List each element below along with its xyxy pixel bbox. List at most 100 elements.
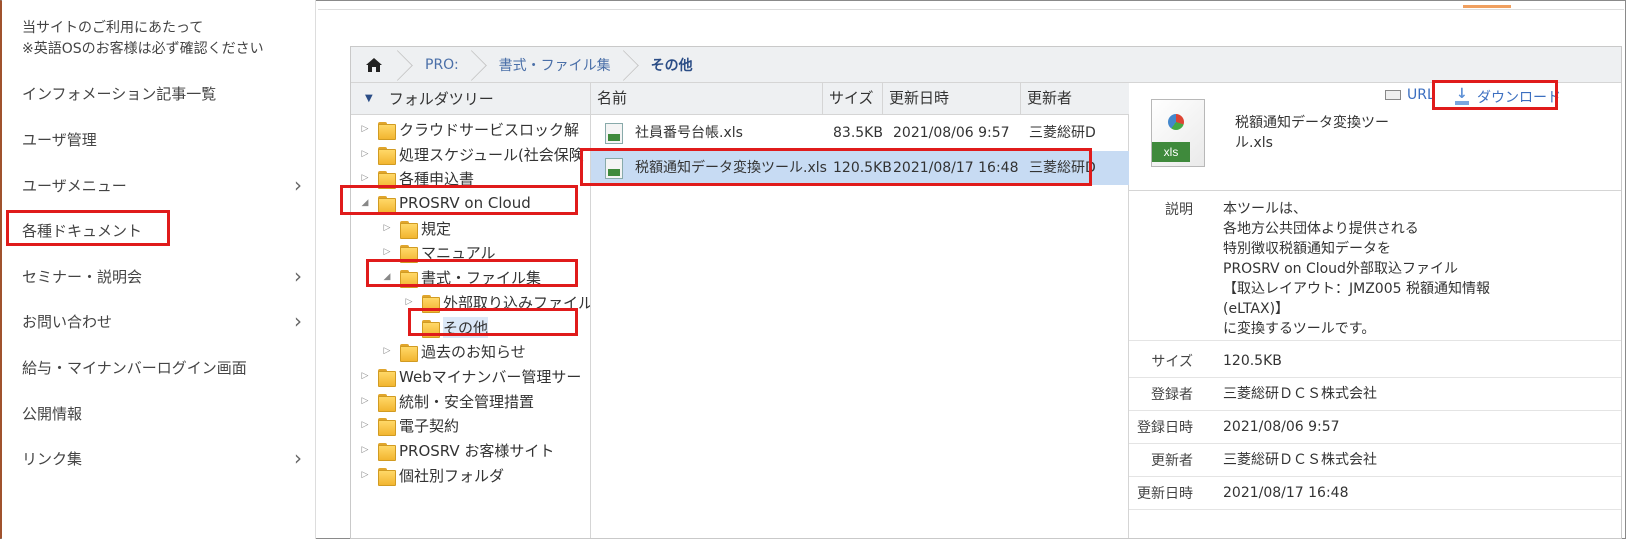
tree-node-label: 処理スケジュール(社会保険 [399,145,584,164]
menu-item-information[interactable]: インフォメーション記事一覧 [2,70,316,116]
expand-icon[interactable]: ▷ [359,149,371,159]
detail-value: 本ツールは、 各地方公共団体より提供される 特別徴収税額通知データを PROSR… [1223,201,1490,337]
tree-node[interactable]: ▷ クラウドサービスロック解 [359,117,579,141]
breadcrumb-item[interactable]: PRO: [403,47,477,83]
detail-value: 三菱総研ＤＣＳ株式会社 [1223,386,1377,402]
tree-node-label: 個社別フォルダ [399,466,505,485]
expand-icon[interactable]: ▷ [359,396,371,406]
folder-icon [378,145,396,165]
folder-tree: ▼ フォルダツリー ▷ クラウドサービスロック解 ▷ 処理スケジュール(社会保険 ▷ 各… [351,83,591,538]
folder-icon [400,268,418,288]
menu-item-user-management[interactable]: ユーザ管理 [2,116,316,162]
usage-notice-link[interactable]: 当サイトのご利用にあたって ※英語OSのお客様は必ず確認ください [22,18,264,60]
menu-label: 各種ドキュメント [22,221,143,240]
tree-node-label: マニュアル [421,243,496,262]
tree-node[interactable]: ▷ 処理スケジュール(社会保険 [359,142,584,166]
breadcrumb-home[interactable] [351,47,403,83]
expand-icon[interactable]: ▷ [403,297,415,307]
folder-icon [378,169,396,189]
breadcrumb: PRO: 書式・ファイル集 その他 [351,47,1621,83]
file-size: 120.5KB [833,160,891,176]
tree-node[interactable]: ▷ マニュアル [381,240,496,264]
tree-node[interactable]: ▷ 各種申込書 [359,166,474,190]
url-button[interactable]: URL [1385,87,1435,103]
menu-item-public-info[interactable]: 公開情報 [2,390,316,436]
tree-node-label: クラウドサービスロック解 [399,120,580,139]
menu-label: お問い合わせ [22,312,113,331]
expand-icon[interactable]: ▷ [359,124,371,134]
expand-icon[interactable]: ▷ [381,346,393,356]
xls-badge: xls [1152,142,1190,162]
folder-tree-header[interactable]: ▼ フォルダツリー [351,83,590,115]
folder-open-icon [422,318,440,338]
menu-label: ユーザメニュー [22,176,127,195]
tree-node-label: その他 [443,316,489,338]
expand-icon[interactable]: ▷ [359,470,371,480]
chevron-right-icon: › [294,446,302,470]
menu-item-payroll-login[interactable]: 給与・マイナンバーログイン画面 [2,344,316,390]
chevron-right-icon: › [294,173,302,197]
menu-item-documents[interactable]: 各種ドキュメント [2,207,316,253]
detail-value: 120.5KB [1223,353,1282,369]
folder-icon [378,392,396,412]
expand-icon[interactable]: ▷ [359,445,371,455]
file-row-selected[interactable]: 税額通知データ変換ツール.xls 120.5KB 2021/08/17 16:4… [591,151,1129,185]
file-details: xls 税額通知データ変換ツール.xls URL ダウンロード 説明 本ツールは… [1129,83,1621,538]
column-name[interactable]: 名前 [591,83,823,115]
collapse-icon[interactable]: ◢ [381,272,393,282]
expand-icon[interactable]: ▷ [381,247,393,257]
notice-line-1: 当サイトのご利用にあたって [22,20,204,36]
tree-node[interactable]: ▷ 電子契約 [359,413,459,437]
menu-label: 公開情報 [22,404,83,423]
file-updated: 2021/08/06 9:57 [893,125,1010,141]
breadcrumb-item[interactable]: 書式・ファイル集 [477,47,629,83]
menu-item-links[interactable]: リンク集 › [2,435,316,481]
xls-file-large-icon: xls [1151,99,1205,167]
download-label: ダウンロード [1477,90,1561,106]
menu-label: リンク集 [22,449,83,468]
folder-icon [422,293,440,313]
expand-icon[interactable]: ▷ [359,420,371,430]
folder-icon [378,194,396,214]
tree-node[interactable]: ▷ 過去のお知らせ [381,339,526,363]
expand-icon[interactable]: ▷ [381,223,393,233]
file-row[interactable]: 社員番号台帳.xls 83.5KB 2021/08/06 9:57 三菱総研D [591,116,1129,150]
column-updated[interactable]: 更新日時 [883,83,1021,115]
menu-item-user-menu[interactable]: ユーザメニュー › [2,162,316,208]
chevron-right-icon: › [294,309,302,333]
detail-row-updated-date: 更新日時 2021/08/17 16:48 [1129,477,1621,510]
tree-node[interactable]: ▷ Webマイナンバー管理サー [359,364,581,388]
tree-node-label: PROSRV お客様サイト [399,441,555,460]
url-label: URL [1407,87,1435,103]
tree-node[interactable]: ▷ 規定 [381,216,451,240]
tree-node-forms[interactable]: ◢ 書式・ファイル集 [381,265,541,289]
detail-key: サイズ [1151,354,1193,370]
tree-node-label: 統制・安全管理措置 [399,392,535,411]
column-size[interactable]: サイズ [823,83,883,115]
file-size: 83.5KB [833,125,883,141]
tree-node[interactable]: ▷ PROSRV お客様サイト [359,438,554,462]
detail-row-updater: 更新者 三菱総研ＤＣＳ株式会社 [1129,444,1621,477]
folder-icon [378,367,396,387]
menu-item-contact[interactable]: お問い合わせ › [2,298,316,344]
menu-label: ユーザ管理 [22,130,97,149]
tree-node-prosrv-on-cloud[interactable]: ◢ PROSRV on Cloud [359,191,531,215]
file-list-header: 名前 サイズ 更新日時 更新者 [591,83,1129,115]
expand-icon[interactable]: ▷ [359,371,371,381]
notice-line-2: ※英語OSのお客様は必ず確認ください [22,41,264,57]
menu-item-seminar[interactable]: セミナー・説明会 › [2,253,316,299]
detail-value: 三菱総研ＤＣＳ株式会社 [1223,452,1377,468]
tree-node-label: 規定 [421,219,452,238]
collapse-icon[interactable]: ◢ [359,198,371,208]
expand-icon[interactable]: ▷ [359,173,371,183]
folder-icon [400,219,418,239]
file-updater: 三菱総研D [1029,160,1096,176]
tree-node[interactable]: ▷ 統制・安全管理措置 [359,389,534,413]
tree-node-other[interactable]: その他 [403,315,489,339]
tree-node[interactable]: ▷ 外部取り込みファイル [403,290,590,314]
file-name: 税額通知データ変換ツール.xls [635,160,827,176]
tree-node[interactable]: ▷ 個社別フォルダ [359,463,504,487]
download-button[interactable]: ダウンロード [1455,86,1561,107]
column-updater[interactable]: 更新者 [1021,83,1129,115]
folder-icon [400,342,418,362]
